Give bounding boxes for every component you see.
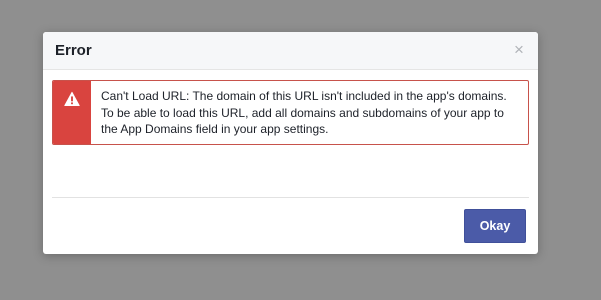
error-icon-area [53, 81, 91, 144]
warning-icon [64, 91, 80, 106]
close-icon[interactable]: × [511, 41, 527, 59]
dialog-title: Error [55, 42, 92, 59]
error-message-box: Can't Load URL: The domain of this URL i… [52, 80, 529, 145]
okay-button[interactable]: Okay [464, 209, 526, 243]
error-message-text: Can't Load URL: The domain of this URL i… [101, 89, 507, 136]
error-dialog: Error × Can't Load URL: The domain of th… [43, 32, 538, 254]
dialog-header: Error × [43, 32, 538, 70]
footer-divider [52, 197, 529, 198]
